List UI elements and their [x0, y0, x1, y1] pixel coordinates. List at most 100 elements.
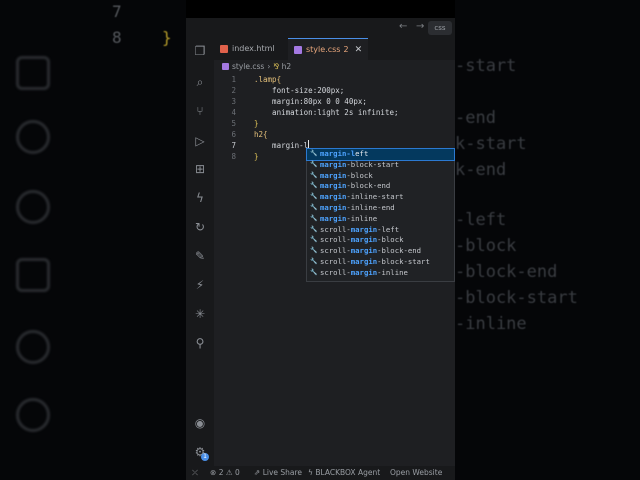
bg-code-line: k-start — [455, 134, 527, 154]
live-share-label: Live Share — [262, 468, 303, 477]
bg-chat-icon — [16, 258, 50, 292]
bg-lightning-icon — [16, 120, 50, 154]
line-number: 3 — [231, 97, 236, 106]
lightning-icon[interactable]: ϟ — [193, 191, 207, 205]
code-line: 4 animation:light 2s infinite; — [214, 107, 455, 118]
bg-line-number: 7 — [112, 2, 122, 21]
suggestion-item[interactable]: 🔧 scroll-margin-block-start — [307, 257, 454, 268]
bg-code-line: -start — [455, 56, 517, 76]
problems-indicator[interactable]: ⊗ 2 ⚠ 0 — [210, 466, 240, 480]
suggestion-item[interactable]: 🔧 margin-block — [307, 171, 454, 182]
suggestion-match: margin — [350, 246, 378, 256]
search-icon[interactable]: ⌕ — [193, 75, 207, 89]
bg-code-line: -left — [455, 210, 507, 230]
bg-code-line: -inline — [455, 314, 527, 334]
source-control-icon[interactable]: ⑂ — [193, 104, 207, 118]
blackbox-status[interactable]: ϟ BLACKBOX Agent — [308, 466, 380, 480]
line-number: 1 — [231, 75, 236, 84]
line-text: } — [254, 152, 259, 161]
background-right: -start -end k-start k-end -left -block -… — [455, 0, 640, 480]
line-number: 7 — [231, 141, 236, 150]
suggestion-match: margin — [350, 256, 378, 266]
bg-code-line: -block-start — [455, 288, 578, 308]
sparkle-icon[interactable]: ✳ — [193, 307, 207, 321]
live-share-icon: ⇗ — [254, 468, 261, 477]
forward-arrow-icon[interactable]: → — [416, 21, 424, 32]
status-bar: ⤫ ⊗ 2 ⚠ 0 ⇗ Live Share ϟ BLACKBOX Agent … — [186, 466, 455, 480]
remote-icon[interactable]: ⤫ — [192, 466, 198, 480]
explorer-icon[interactable]: ❐ — [193, 44, 207, 58]
property-wrench-icon: 🔧 — [310, 247, 318, 255]
activity-bar: ❐ ⌕ ⑂ ▷ ⊞ ϟ ↻ ✎ ⚡ ✳ ⚲ ◉ ⚙ — [186, 38, 214, 466]
run-debug-icon[interactable]: ▷ — [193, 134, 207, 148]
suggestion-suffix: -inline-end — [346, 202, 395, 212]
line-number: 6 — [231, 130, 236, 139]
suggestion-item[interactable]: 🔧 scroll-margin-block-end — [307, 246, 454, 257]
property-wrench-icon: 🔧 — [310, 171, 318, 179]
command-center[interactable]: css — [428, 21, 452, 35]
suggestion-match: margin — [320, 159, 347, 169]
tab-label: style.css — [306, 45, 341, 54]
property-wrench-icon: 🔧 — [310, 236, 318, 244]
suggestion-item[interactable]: 🔧 margin-inline — [307, 214, 454, 225]
suggestion-suffix: -left — [377, 224, 400, 234]
property-wrench-icon: 🔧 — [310, 257, 318, 265]
back-arrow-icon[interactable]: ← — [399, 21, 407, 32]
account-icon[interactable]: ◉ — [193, 416, 207, 430]
suggestion-prefix: scroll- — [320, 235, 351, 245]
suggestion-suffix: -block-end — [377, 246, 422, 256]
code-line: 6 h2{ — [214, 129, 455, 140]
breadcrumb-symbol[interactable]: h2 — [282, 62, 292, 71]
symbol-icon: ⅋ — [273, 62, 280, 71]
suggestion-match: margin — [320, 181, 347, 191]
bolt-icon[interactable]: ⚡ — [193, 278, 207, 292]
suggestion-item[interactable]: 🔧 margin-inline-start — [307, 192, 454, 203]
line-text: animation:light 2s infinite; — [254, 108, 399, 117]
tab-index-html[interactable]: index.html — [214, 38, 286, 60]
line-text: margin:80px 0 0 40px; — [254, 97, 367, 106]
bg-code-line: -block — [455, 236, 517, 256]
open-website-status[interactable]: Open Website — [390, 466, 442, 480]
suggestion-suffix: -block-start — [377, 256, 430, 266]
suggestion-match: margin — [320, 202, 347, 212]
bg-code-line: -end — [455, 108, 496, 128]
suggestion-item[interactable]: 🔧 margin-left — [306, 148, 455, 161]
suggestion-prefix: scroll- — [320, 267, 351, 277]
suggestion-match: margin — [320, 170, 347, 180]
extensions-icon[interactable]: ⊞ — [193, 162, 207, 176]
property-wrench-icon: 🔧 — [310, 160, 318, 168]
code-line: 1 .lamp{ — [214, 74, 455, 85]
live-share-icon[interactable]: ↻ — [193, 220, 207, 234]
suggestion-item[interactable]: 🔧 margin-block-end — [307, 181, 454, 192]
suggestion-match: margin-l — [320, 149, 356, 158]
error-count: 2 — [218, 468, 224, 477]
tab-style-css[interactable]: style.css 2 ✕ — [288, 38, 368, 60]
suggestion-suffix: eft — [355, 149, 369, 158]
live-share-status[interactable]: ⇗ Live Share — [254, 466, 302, 480]
suggestion-item[interactable]: 🔧 scroll-margin-inline — [307, 268, 454, 279]
css-file-icon — [222, 63, 229, 70]
code-line: 2 font-size:200px; — [214, 85, 455, 96]
suggestion-item[interactable]: 🔧 scroll-margin-block — [307, 235, 454, 246]
bg-line-number: 8 — [112, 28, 122, 47]
line-text: h2{ — [254, 130, 268, 139]
suggestion-item[interactable]: 🔧 scroll-margin-left — [307, 225, 454, 236]
property-wrench-icon: 🔧 — [310, 214, 318, 222]
chevron-right-icon: › — [267, 62, 271, 71]
close-icon[interactable]: ✕ — [355, 45, 363, 55]
gitlens-icon[interactable]: ⚲ — [193, 336, 207, 350]
bg-code-line: -block-end — [455, 262, 558, 282]
bg-brace: } — [162, 28, 172, 47]
line-number: 4 — [231, 108, 236, 117]
settings-update-badge: 1 — [201, 453, 209, 461]
css-file-icon — [294, 46, 302, 54]
suggestion-item[interactable]: 🔧 margin-block-start — [307, 160, 454, 171]
property-wrench-icon: 🔧 — [310, 182, 318, 190]
breadcrumb-file[interactable]: style.css — [232, 62, 264, 71]
line-number: 5 — [231, 119, 236, 128]
chat-icon[interactable]: ✎ — [193, 249, 207, 263]
code-line: 5} — [214, 118, 455, 129]
suggestion-item[interactable]: 🔧 margin-inline-end — [307, 203, 454, 214]
tab-label: index.html — [232, 44, 275, 53]
suggestion-match: margin — [350, 267, 378, 277]
